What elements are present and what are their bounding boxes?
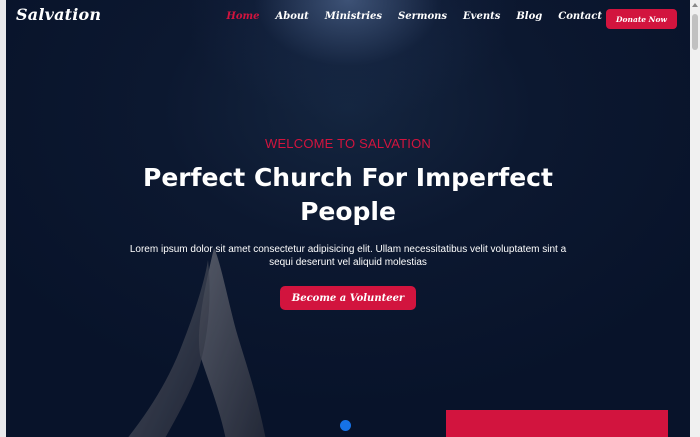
nav-item-about[interactable]: About [275, 11, 308, 22]
hero-headline: Perfect Church For Imperfect People [143, 163, 553, 226]
site-logo[interactable]: Salvation [16, 5, 101, 24]
hero-page: Salvation Home About Ministries Sermons … [6, 0, 690, 437]
nav-item-home[interactable]: Home [226, 11, 259, 22]
nav-item-ministries[interactable]: Ministries [325, 11, 382, 22]
scrollbar-thumb[interactable] [692, 14, 698, 50]
hero-description: Lorem ipsum dolor sit amet consectetur a… [129, 244, 567, 268]
hero-eyebrow: WELCOME TO SALVATION [264, 136, 432, 151]
slider-dot[interactable] [340, 420, 351, 431]
nav-item-contact[interactable]: Contact [558, 11, 602, 22]
nav-item-events[interactable]: Events [463, 11, 500, 22]
become-volunteer-button[interactable]: Become a Volunteer [279, 286, 417, 310]
nav-item-blog[interactable]: Blog [516, 11, 542, 22]
main-menu: Home About Ministries Sermons Events Blo… [226, 11, 602, 22]
page-scrollbar[interactable] [690, 0, 700, 437]
nav-item-sermons[interactable]: Sermons [398, 11, 447, 22]
hero-section: WELCOME TO SALVATION Perfect Church For … [6, 136, 690, 310]
accent-panel [446, 410, 668, 437]
donate-now-button[interactable]: Donate Now [606, 9, 677, 29]
top-navbar: Salvation Home About Ministries Sermons … [6, 0, 690, 36]
scroll-up-arrow-icon[interactable] [692, 3, 698, 7]
